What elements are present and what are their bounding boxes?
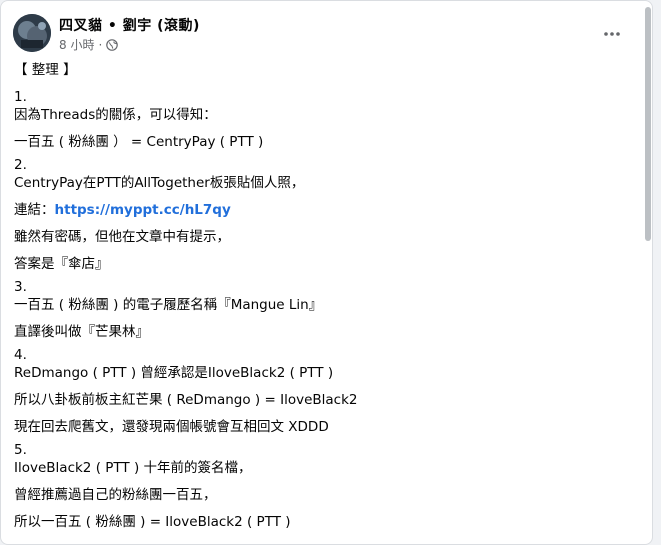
post-line: 3. <box>14 279 27 295</box>
post-line: 因為Threads的關係，可以得知： <box>14 107 217 123</box>
post-meta: 8 小時 · <box>59 36 119 53</box>
more-options-icon[interactable] <box>599 21 625 47</box>
post-line: 所以八卦板前板主紅芒果 ( ReDmango ) = IloveBlack2 <box>14 392 358 408</box>
link-prefix: 連結： <box>14 202 55 218</box>
post-line: 現在回去爬舊文，還發現兩個帳號會互相回文 XDDD <box>14 419 329 435</box>
post-line: 一百五 ( 粉絲團 ) 的電子履歷名稱『Mangue Lin』 <box>14 297 323 313</box>
scrollbar-thumb[interactable] <box>645 7 651 241</box>
post-line: 所以一百五 ( 粉絲團 ) = IloveBlack2 ( PTT ) <box>14 514 291 530</box>
post-line: 5. <box>14 442 27 458</box>
post-header: 四叉貓 • 劉宇 (滾動) 8 小時 · <box>13 13 633 55</box>
post-line: 1. <box>14 89 27 105</box>
avatar[interactable] <box>13 14 51 52</box>
post-link[interactable]: https://myppt.cc/hL7qy <box>55 202 231 218</box>
post-line: 一百五 ( 粉絲團 ） = CentryPay ( PTT ) <box>14 134 264 150</box>
post-line: 雖然有密碼，但他在文章中有提示， <box>14 229 230 245</box>
post-line: 4. <box>14 347 27 363</box>
post-line: ReDmango ( PTT ) 曾經承認是IloveBlack2 ( PTT … <box>14 365 334 381</box>
author-name[interactable]: 四叉貓 • 劉宇 (滾動) <box>59 15 200 35</box>
meta-separator: · <box>98 37 103 52</box>
globe-icon <box>106 38 119 51</box>
post-line-link: 連結：https://myppt.cc/hL7qy <box>14 201 634 219</box>
post-line: 直譯後叫做『芒果林』 <box>14 324 149 340</box>
post-line: 【 整理 】 <box>14 62 77 78</box>
post-line: 2. <box>14 157 27 173</box>
post-line: 曾經推薦過自己的粉絲團一百五， <box>14 487 217 503</box>
post-line: 答案是『傘店』 <box>14 256 109 272</box>
post-body: 【 整理 】 1. 因為Threads的關係，可以得知： 一百五 ( 粉絲團 ）… <box>14 61 634 531</box>
post-time[interactable]: 8 小時 <box>59 36 94 53</box>
scrollbar[interactable] <box>645 7 651 539</box>
post-line: CentryPay在PTT的AllTogether板張貼個人照， <box>14 175 305 191</box>
post-line: IloveBlack2 ( PTT ) 十年前的簽名檔， <box>14 460 252 476</box>
post-card: 四叉貓 • 劉宇 (滾動) 8 小時 · 【 整理 】 1. 因為Threads… <box>0 0 653 545</box>
